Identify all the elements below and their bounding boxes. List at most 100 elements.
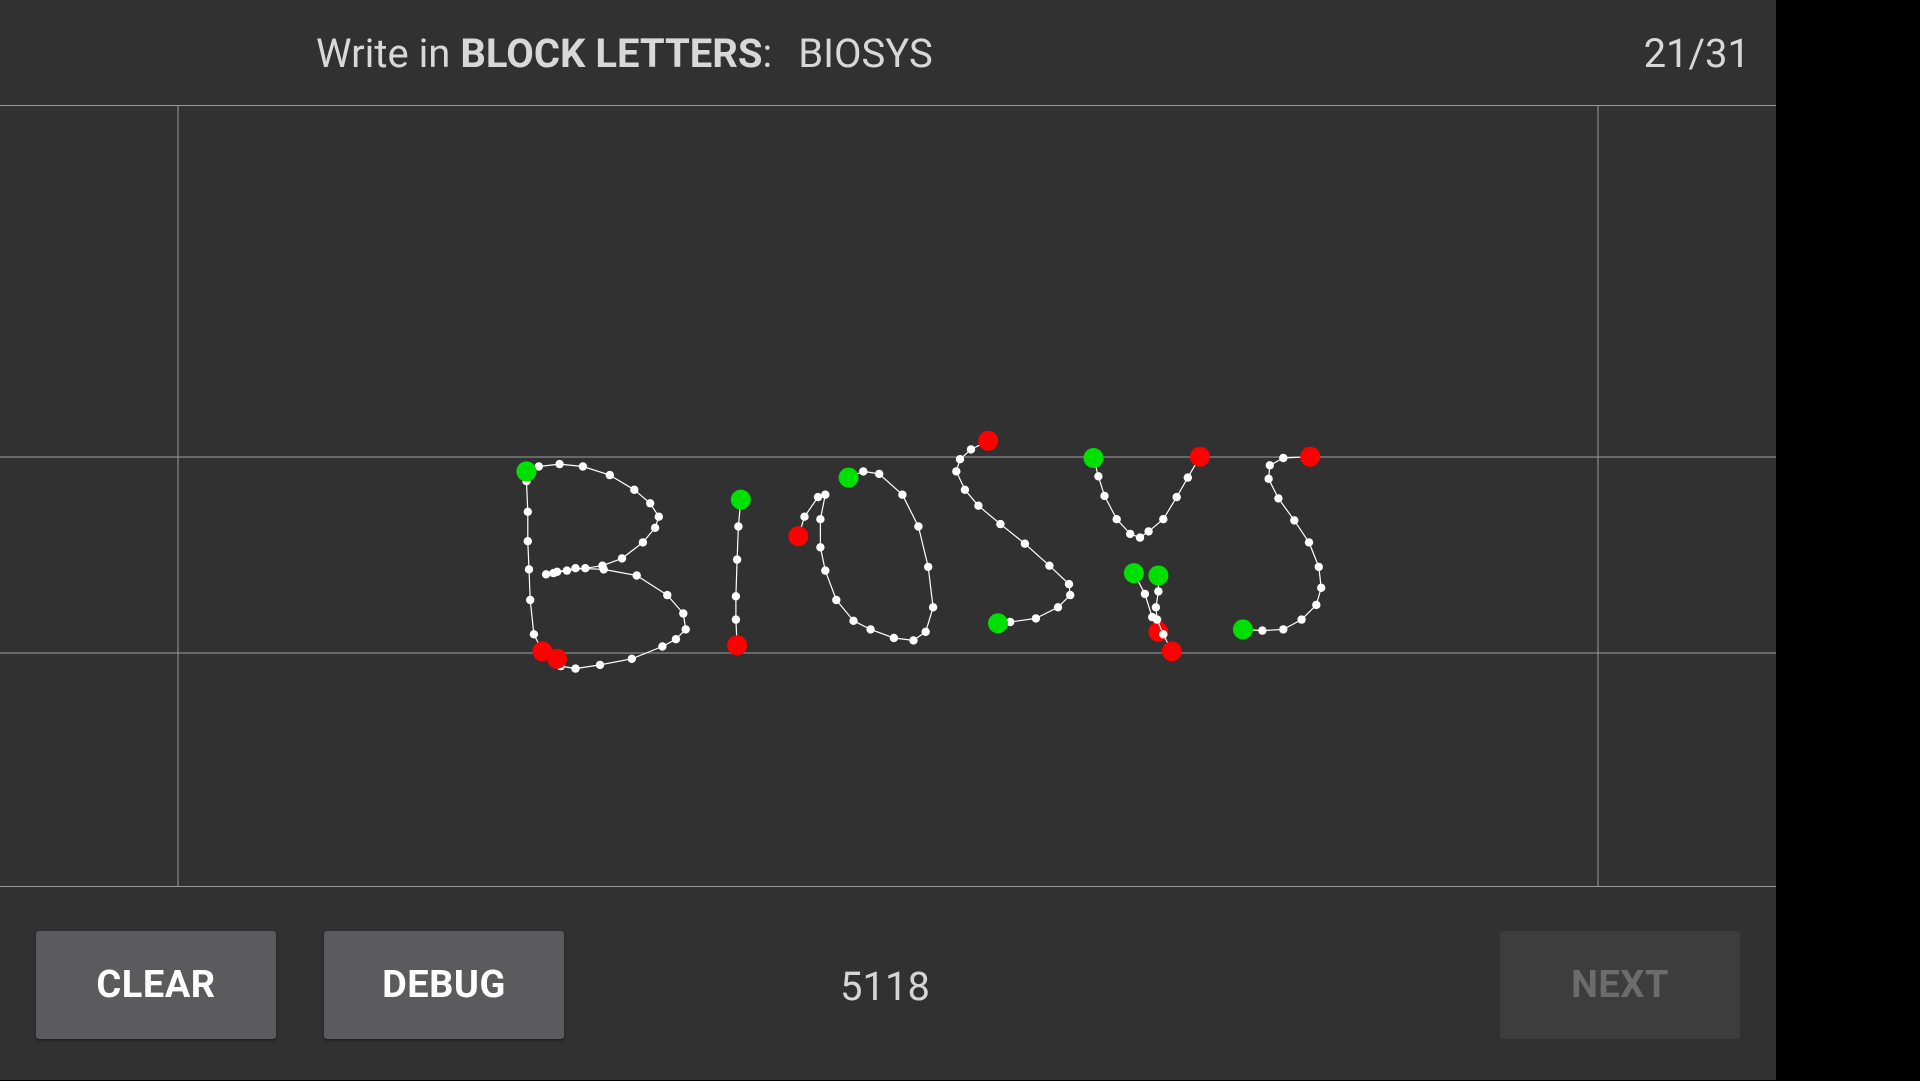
sample-point	[555, 459, 564, 469]
sample-point	[1274, 494, 1283, 503]
sample-point	[928, 603, 938, 612]
header-bar: Write in BLOCK LETTERS: BIOSYS 21/31	[0, 0, 1776, 106]
sample-point	[1135, 533, 1145, 542]
sample-point	[960, 485, 970, 494]
sample-point	[821, 566, 830, 575]
offscreen-strip	[1776, 0, 1920, 1080]
sample-point	[1183, 473, 1193, 482]
sample-point	[1258, 626, 1267, 635]
instruction-suffix: :	[762, 30, 773, 77]
strokes-layer	[516, 430, 1326, 673]
stroke-end-point	[727, 635, 748, 656]
sample-point	[734, 522, 743, 531]
handwriting-app: Write in BLOCK LETTERS: BIOSYS 21/31 CLEA…	[0, 0, 1776, 1080]
stroke-b	[516, 461, 553, 662]
stroke-start-point	[1123, 563, 1144, 584]
sample-point	[966, 445, 976, 454]
ink-surface	[0, 106, 1776, 886]
sample-point	[898, 490, 907, 499]
stroke-end-point	[1161, 641, 1182, 662]
stroke-start-point	[1083, 448, 1104, 468]
sample-point	[921, 627, 930, 636]
sample-point	[731, 615, 741, 624]
sample-point	[1126, 529, 1135, 539]
sample-point	[658, 642, 667, 651]
sample-point	[679, 609, 688, 618]
sample-point	[1264, 474, 1273, 483]
instruction-prefix: Write in	[316, 30, 451, 77]
sample-point	[1094, 472, 1103, 481]
progress-counter: 21/31	[1643, 30, 1750, 77]
sample-point	[832, 595, 841, 605]
sample-point	[523, 537, 532, 546]
stroke-end-point	[547, 648, 568, 669]
stroke-start-point	[838, 467, 859, 488]
stroke-start-point	[1232, 619, 1253, 640]
sample-point	[552, 567, 562, 576]
sample-point	[1265, 461, 1275, 470]
sample-point	[955, 455, 965, 464]
stroke-end-point	[1190, 446, 1210, 467]
sample-point	[617, 554, 627, 563]
sample-point	[889, 633, 899, 643]
clear-button[interactable]: CLEAR	[36, 931, 276, 1039]
sample-point	[523, 507, 532, 516]
stroke-start-point	[1148, 565, 1169, 586]
sample-point	[1151, 603, 1161, 612]
sample-point	[578, 462, 588, 471]
stroke-start-point	[516, 461, 537, 482]
sample-point	[526, 595, 535, 605]
sample-point	[1152, 615, 1162, 624]
stroke-path	[955, 440, 1071, 624]
sample-point	[866, 625, 875, 634]
sample-point	[1290, 516, 1299, 525]
sample-point	[599, 565, 608, 574]
sample-point	[1279, 453, 1288, 463]
sample-point	[632, 571, 641, 580]
stroke-start-point	[988, 613, 1008, 634]
debug-button[interactable]: DEBUG	[324, 931, 564, 1039]
sample-point	[821, 490, 830, 499]
sample-point	[1317, 583, 1326, 592]
stroke-start-point	[730, 489, 751, 510]
sample-point	[654, 512, 663, 521]
stroke-path	[1092, 456, 1201, 539]
sample-point	[816, 543, 825, 552]
sample-point	[996, 519, 1005, 529]
sample-point	[1172, 492, 1181, 502]
stroke-end-point	[788, 526, 809, 547]
stroke-end-point	[978, 430, 999, 451]
sample-point	[909, 636, 918, 645]
sample-point	[605, 470, 614, 480]
sample-point	[1064, 579, 1074, 589]
sample-point	[1020, 539, 1030, 548]
instruction-text: Write in BLOCK LETTERS: BIOSYS	[316, 26, 933, 82]
next-button[interactable]: NEXT	[1500, 931, 1740, 1039]
sample-point	[1297, 615, 1306, 624]
sample-point	[1053, 603, 1063, 612]
session-number: 5118	[840, 963, 930, 1010]
drawing-canvas[interactable]	[0, 106, 1776, 886]
sample-point	[663, 590, 672, 600]
sample-point	[571, 664, 580, 673]
stroke-y	[1083, 446, 1210, 542]
sample-point	[1144, 527, 1153, 536]
sample-point	[1045, 561, 1054, 570]
sample-point	[571, 564, 580, 573]
sample-point	[1100, 491, 1109, 501]
sample-point	[1314, 562, 1324, 572]
sample-point	[646, 499, 655, 508]
stroke-s	[1232, 446, 1326, 640]
sample-point	[732, 555, 742, 564]
sample-point	[952, 467, 961, 476]
sample-point	[529, 630, 539, 639]
sample-point	[924, 562, 933, 572]
stroke-end-point	[1300, 446, 1321, 467]
sample-point	[671, 635, 681, 644]
sample-point	[849, 616, 858, 625]
stroke-b	[516, 459, 690, 673]
stroke-s	[952, 430, 1075, 634]
target-word: BIOSYS	[798, 30, 933, 77]
sample-point	[638, 538, 648, 547]
sample-point	[1031, 614, 1041, 623]
